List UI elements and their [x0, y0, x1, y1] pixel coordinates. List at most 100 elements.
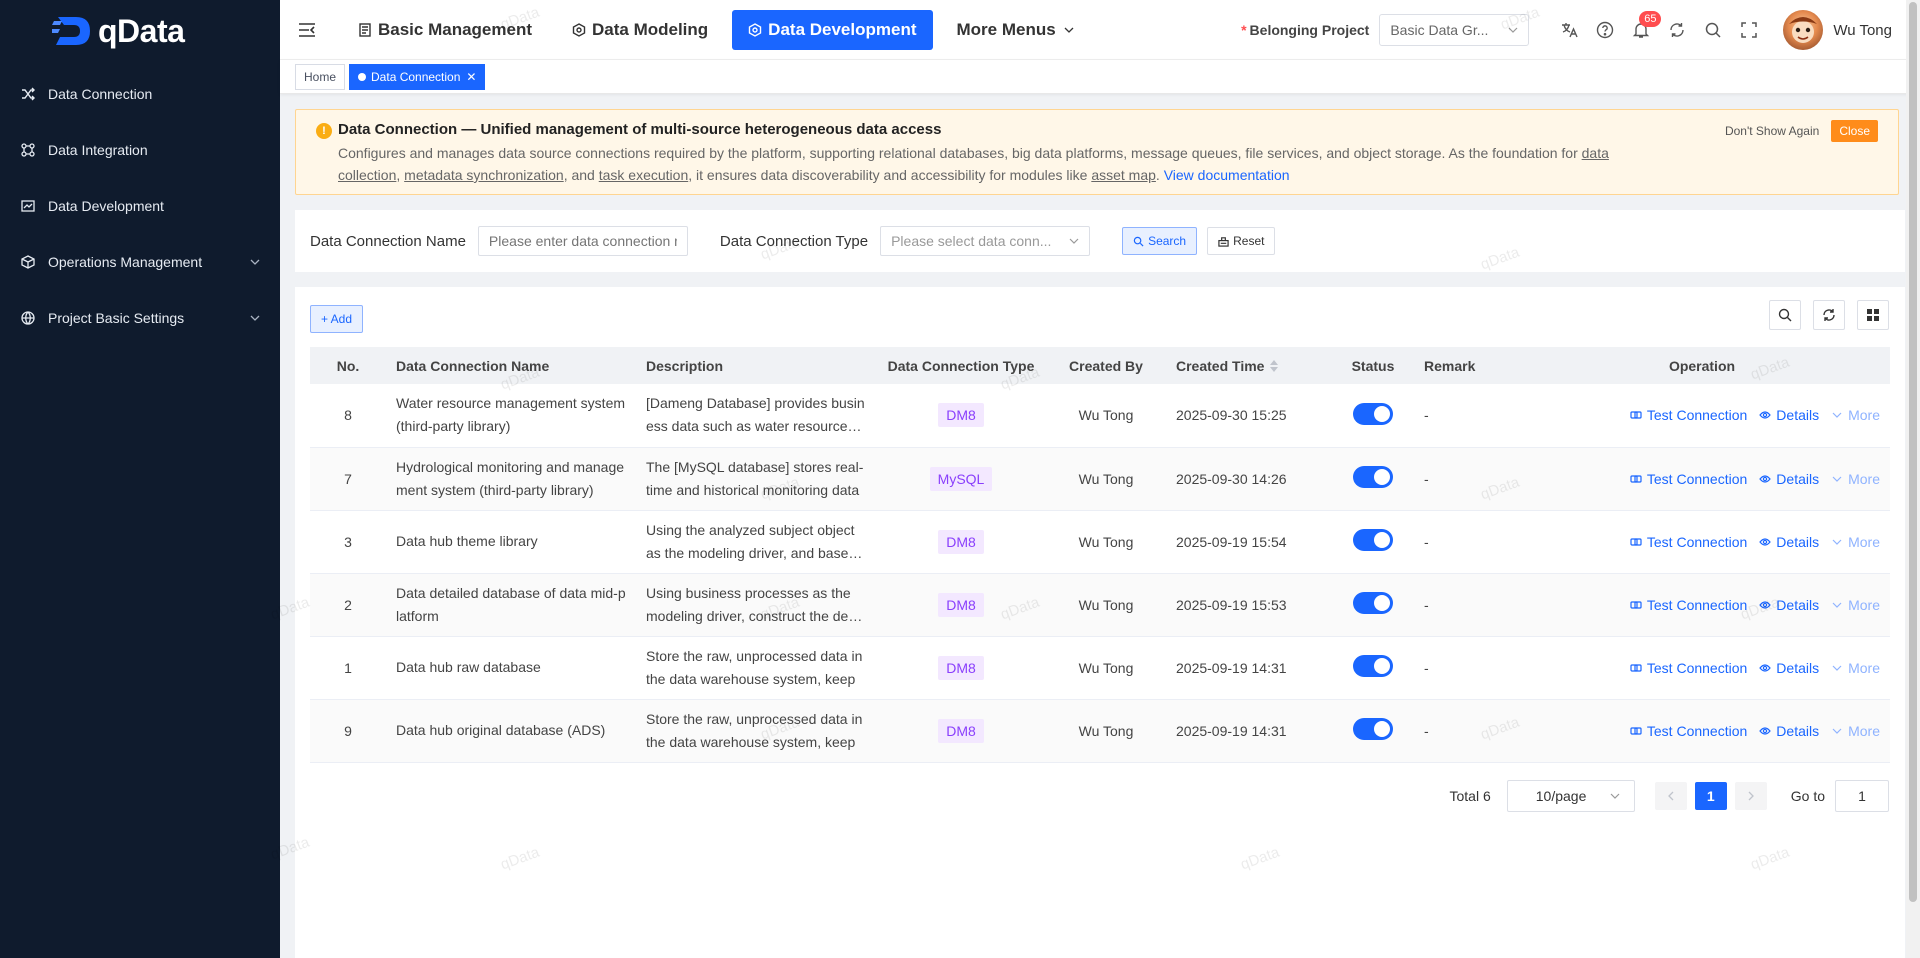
cell-created-time: 2025-09-30 14:26	[1166, 447, 1332, 511]
connection-name: Water resource management system (third-…	[396, 395, 626, 435]
info-icon: !	[316, 123, 332, 139]
cell-no: 2	[310, 573, 386, 637]
notice-text: , it ensures data discoverability and ac…	[688, 167, 1092, 183]
col-header-created-time[interactable]: Created Time	[1166, 347, 1332, 384]
link-metadata-sync[interactable]: metadata synchronization	[404, 167, 564, 183]
details-button[interactable]: Details	[1759, 597, 1819, 613]
prev-page-button[interactable]	[1654, 782, 1687, 810]
chevron-down-icon	[250, 315, 260, 321]
more-label: More	[1848, 407, 1880, 424]
avatar[interactable]	[1783, 10, 1824, 50]
status-toggle[interactable]	[1353, 655, 1393, 677]
row-operations: Test Connection Details More	[1524, 597, 1880, 613]
translate-icon[interactable]	[1559, 20, 1579, 40]
table-panel: + Add No. Data Connection Name Descripti…	[295, 287, 1905, 958]
sidebar-item-operations-management[interactable]: Operations Management	[0, 234, 280, 290]
search-button[interactable]: Search	[1122, 227, 1198, 255]
sort-icon[interactable]	[1269, 359, 1279, 372]
reset-button[interactable]: Reset	[1207, 227, 1276, 255]
tab-data-development[interactable]: Data Development	[732, 9, 933, 50]
dont-show-again-button[interactable]: Don't Show Again	[1721, 122, 1823, 140]
type-filter-select[interactable]: Please select data conn...	[880, 226, 1091, 256]
cell-remark: -	[1414, 636, 1514, 700]
next-page-button[interactable]	[1734, 782, 1767, 810]
sidebar-item-label: Project Basic Settings	[48, 310, 185, 326]
scrollbar-thumb[interactable]	[1909, 2, 1917, 902]
test-connection-button[interactable]: Test Connection	[1630, 407, 1747, 423]
tab-more-menus[interactable]: More Menus	[941, 10, 1090, 50]
status-toggle[interactable]	[1353, 466, 1393, 488]
sidebar-toggle-icon[interactable]	[298, 22, 316, 38]
more-button[interactable]: More	[1831, 471, 1880, 487]
test-connection-label: Test Connection	[1646, 407, 1748, 424]
status-toggle[interactable]	[1353, 529, 1393, 551]
add-button[interactable]: + Add	[310, 305, 364, 333]
row-operations: Test Connection Details More	[1524, 723, 1880, 739]
page-number-button[interactable]: 1	[1694, 782, 1727, 810]
search-icon[interactable]	[1703, 20, 1723, 40]
notice-close-button[interactable]: Close	[1831, 120, 1878, 142]
cell-remark: -	[1414, 573, 1514, 637]
bell-icon[interactable]: 65	[1631, 11, 1662, 40]
connection-name: Data detailed database of data mid-platf…	[396, 584, 626, 624]
cell-description: Using business processes as the modeling…	[636, 573, 876, 637]
close-icon[interactable]: ✕	[466, 70, 476, 84]
columns-button[interactable]	[1857, 300, 1889, 330]
sidebar-menu: Data Connection Data Integration Data De…	[0, 66, 280, 346]
details-button[interactable]: Details	[1759, 407, 1819, 423]
user-name[interactable]: Wu Tong	[1833, 22, 1892, 39]
page-scrollbar[interactable]	[1906, 0, 1920, 958]
more-button[interactable]: More	[1831, 723, 1880, 739]
more-button[interactable]: More	[1831, 534, 1880, 550]
test-connection-button[interactable]: Test Connection	[1630, 660, 1747, 676]
details-button[interactable]: Details	[1759, 534, 1819, 550]
notice-text: , and	[563, 167, 599, 183]
sidebar-item-project-basic-settings[interactable]: Project Basic Settings	[0, 290, 280, 346]
notice-title: Data Connection — Unified management of …	[338, 121, 942, 138]
connection-description: Store the raw, unprocessed data in the d…	[646, 647, 863, 687]
help-icon[interactable]	[1595, 20, 1615, 40]
project-select[interactable]: Basic Data Gr...	[1379, 14, 1530, 46]
test-connection-button[interactable]: Test Connection	[1630, 723, 1747, 739]
refresh-icon[interactable]	[1667, 20, 1687, 40]
test-connection-button[interactable]: Test Connection	[1630, 534, 1747, 550]
logo: qData	[0, 0, 280, 62]
more-button[interactable]: More	[1831, 407, 1880, 423]
details-button[interactable]: Details	[1759, 660, 1819, 676]
status-toggle[interactable]	[1353, 592, 1393, 614]
eye-icon	[1759, 537, 1772, 546]
name-filter-input[interactable]	[477, 226, 688, 256]
grid-doc-icon	[359, 22, 371, 37]
link-task-execution[interactable]: task execution	[599, 167, 689, 183]
tab-basic-management[interactable]: Basic Management	[342, 10, 548, 50]
link-icon	[1630, 726, 1642, 735]
more-button[interactable]: More	[1831, 597, 1880, 613]
goto-page-input[interactable]: 1	[1835, 780, 1889, 812]
details-button[interactable]: Details	[1759, 471, 1819, 487]
toggle-search-button[interactable]	[1769, 300, 1801, 330]
refresh-table-button[interactable]	[1813, 300, 1845, 330]
sidebar-item-data-development[interactable]: Data Development	[0, 178, 280, 234]
test-connection-button[interactable]: Test Connection	[1630, 471, 1747, 487]
chevron-down-icon	[1832, 602, 1842, 608]
tab-data-modeling[interactable]: Data Modeling	[556, 10, 724, 50]
view-documentation-link[interactable]: View documentation	[1164, 167, 1290, 183]
details-label: Details	[1776, 722, 1820, 739]
test-connection-button[interactable]: Test Connection	[1630, 597, 1747, 613]
sidebar-item-data-connection[interactable]: Data Connection	[0, 66, 280, 122]
fullscreen-icon[interactable]	[1739, 20, 1759, 40]
tag-data-connection[interactable]: Data Connection ✕	[349, 63, 486, 90]
page-size-select[interactable]: 10/page	[1506, 780, 1635, 812]
cell-status	[1332, 510, 1414, 574]
sidebar-item-data-integration[interactable]: Data Integration	[0, 122, 280, 178]
more-label: More	[1848, 722, 1880, 739]
sidebar-item-label: Data Connection	[48, 86, 153, 102]
tag-home[interactable]: Home	[295, 63, 346, 90]
status-toggle[interactable]	[1353, 402, 1393, 425]
link-asset-map[interactable]: asset map	[1091, 167, 1156, 183]
table-row: 7 Hydrological monitoring and management…	[310, 447, 1890, 511]
cell-no: 8	[310, 384, 386, 448]
details-button[interactable]: Details	[1759, 723, 1819, 739]
more-button[interactable]: More	[1831, 660, 1880, 676]
status-toggle[interactable]	[1353, 718, 1393, 740]
